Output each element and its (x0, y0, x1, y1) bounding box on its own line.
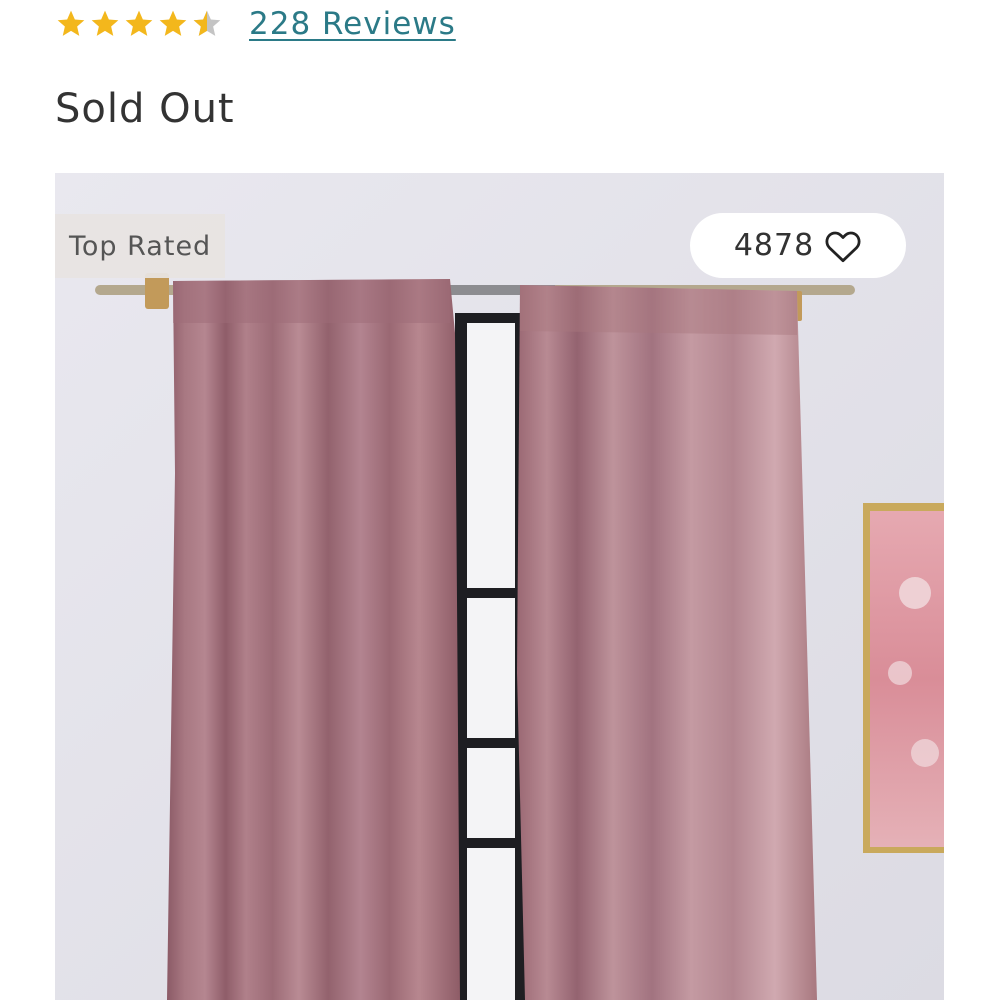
favorites-count: 4878 (733, 228, 815, 263)
rating-row: 228 Reviews (55, 2, 456, 46)
heart-outline-icon (825, 231, 861, 262)
star-icon (125, 10, 153, 36)
favorite-button[interactable]: 4878 (690, 213, 906, 278)
star-icon (159, 10, 187, 36)
product-image[interactable]: Top Rated 4878 (55, 173, 944, 1000)
top-rated-badge: Top Rated (55, 214, 226, 278)
star-icon (91, 10, 119, 36)
product-page: 228 Reviews Sold Out Top Rated 4878 (0, 0, 1000, 1000)
stock-status: Sold Out (55, 86, 235, 132)
curtain-photo (55, 173, 944, 1000)
star-rating (55, 8, 223, 40)
star-icon (57, 10, 85, 36)
reviews-link[interactable]: 228 Reviews (249, 6, 456, 42)
half-star-icon (193, 10, 221, 36)
